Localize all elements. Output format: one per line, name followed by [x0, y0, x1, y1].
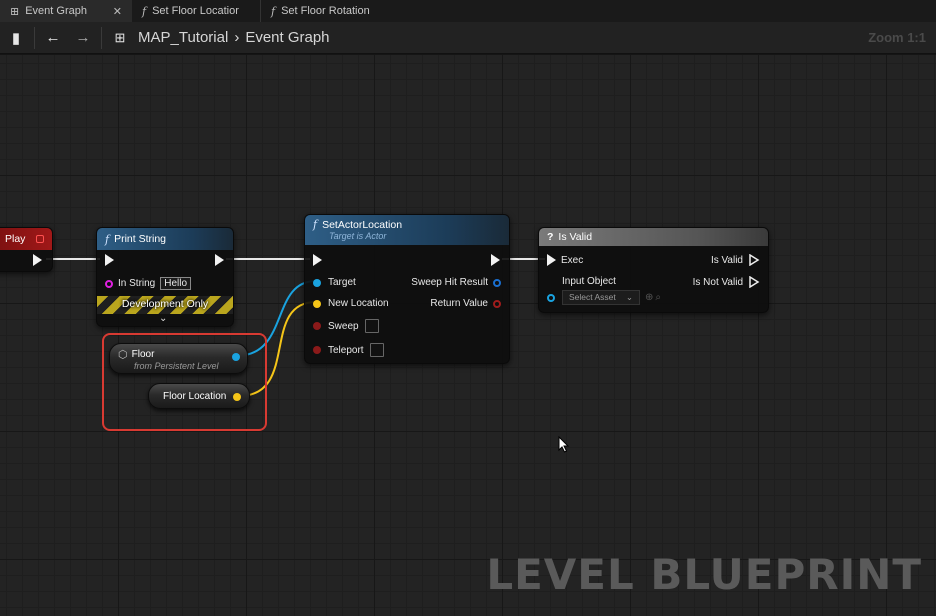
- chevron-right-icon: ›: [234, 29, 240, 46]
- pin-label: New Location: [328, 298, 389, 309]
- search-icon[interactable]: ⌕: [655, 292, 661, 303]
- tab-bar: ⊞ Event Graph ✕ f Set Floor Locatior f S…: [0, 0, 936, 22]
- is-valid-output-pin[interactable]: Is Valid: [711, 254, 760, 266]
- close-icon[interactable]: ✕: [113, 5, 122, 18]
- pin-label: Return Value: [430, 298, 488, 309]
- use-selected-icon[interactable]: ⊕: [645, 292, 653, 303]
- graph-icon: ⊞: [114, 29, 126, 45]
- pin-label: Is Valid: [710, 254, 743, 266]
- node-title: Is Valid: [558, 231, 593, 243]
- exec-output-pin[interactable]: [491, 254, 500, 266]
- sweep-checkbox[interactable]: [364, 319, 379, 333]
- function-icon: f: [271, 4, 276, 18]
- in-string-value[interactable]: Hello: [160, 277, 192, 290]
- pin-label: Sweep: [328, 320, 359, 332]
- event-begin-play-node[interactable]: Play: [0, 227, 53, 272]
- mouse-cursor-icon: [558, 436, 570, 453]
- tab-label: Set Floor Locatior: [152, 5, 239, 17]
- bool-pin-icon: [313, 346, 321, 354]
- node-title: Print String: [114, 233, 167, 245]
- highlight-box: [102, 333, 267, 431]
- pin-label: Exec: [561, 254, 584, 266]
- development-only-label: Development Only: [121, 298, 209, 310]
- select-asset-dropdown[interactable]: Select Asset ⌄: [562, 290, 640, 305]
- vector-pin-icon: [313, 299, 321, 308]
- node-header: Play: [0, 228, 52, 250]
- is-not-valid-output-pin[interactable]: Is Not Valid: [693, 276, 760, 288]
- pin-label: Sweep Hit Result: [411, 277, 488, 288]
- teleport-pin[interactable]: Teleport: [313, 343, 384, 357]
- exec-output-pin[interactable]: [33, 254, 42, 266]
- tab-label: Event Graph: [25, 5, 87, 17]
- node-header: f Print String: [97, 228, 233, 250]
- graph-toolbar: ▮ ← → ⊞ MAP_Tutorial › Event Graph Zoom …: [0, 22, 936, 54]
- teleport-checkbox[interactable]: [369, 343, 384, 357]
- in-string-pin[interactable]: In String Hello: [105, 277, 192, 290]
- pin-label: Is Not Valid: [692, 276, 743, 288]
- in-string-label: In String: [118, 278, 156, 289]
- breadcrumb-map[interactable]: MAP_Tutorial: [138, 29, 228, 46]
- tab-label: Set Floor Rotation: [281, 5, 370, 17]
- separator: [101, 26, 102, 49]
- sweep-pin[interactable]: Sweep: [313, 319, 379, 333]
- pin-label: Input Object: [562, 276, 616, 287]
- object-pin-icon: [547, 293, 555, 302]
- node-title: SetActorLocation: [322, 218, 403, 231]
- node-subtitle: Target is Actor: [329, 231, 387, 241]
- chevron-down-icon[interactable]: ⌄: [159, 313, 167, 324]
- node-header: ? Is Valid: [539, 228, 768, 246]
- level-blueprint-watermark: LEVEL BLUEPRINT: [486, 550, 922, 599]
- function-icon: f: [105, 232, 110, 246]
- struct-pin-icon: [493, 278, 501, 287]
- tab-set-floor-rotation[interactable]: f Set Floor Rotation: [260, 0, 400, 22]
- bool-pin-icon: [313, 322, 321, 330]
- node-title: Play: [5, 233, 26, 245]
- new-location-pin[interactable]: New Location: [313, 298, 389, 309]
- bookmark-icon[interactable]: ▮: [4, 26, 28, 50]
- return-value-pin[interactable]: Return Value: [430, 298, 501, 309]
- sweep-hit-result-pin[interactable]: Sweep Hit Result: [411, 277, 501, 288]
- exec-input-pin[interactable]: Exec: [547, 254, 583, 266]
- chevron-down-icon: ⌄: [625, 292, 633, 302]
- node-header: f SetActorLocation Target is Actor: [305, 215, 509, 245]
- separator: [34, 26, 35, 49]
- function-icon: f: [313, 218, 318, 231]
- macro-icon: ?: [547, 231, 554, 243]
- exec-output-icon: [749, 254, 760, 266]
- tab-event-graph[interactable]: ⊞ Event Graph ✕: [0, 0, 132, 22]
- exec-output-pin[interactable]: [215, 254, 224, 266]
- input-object-pin[interactable]: Input Object Select Asset ⌄ ⊕ ⌕: [547, 276, 661, 305]
- exec-output-icon: [749, 276, 760, 288]
- exec-input-pin[interactable]: [313, 254, 322, 266]
- tab-set-floor-location[interactable]: f Set Floor Locatior: [132, 0, 260, 22]
- is-valid-node[interactable]: ? Is Valid Exec Input Object Select Asse…: [538, 227, 769, 313]
- forward-arrow-icon[interactable]: →: [71, 26, 95, 50]
- function-icon: f: [142, 4, 147, 18]
- pin-label: Teleport: [328, 344, 364, 356]
- string-pin-icon: [105, 279, 113, 288]
- back-arrow-icon[interactable]: ←: [41, 26, 65, 50]
- target-pin[interactable]: Target: [313, 277, 356, 288]
- breadcrumb-graph[interactable]: Event Graph: [245, 29, 329, 46]
- dropdown-value: Select Asset: [569, 292, 616, 302]
- graph-icon: ⊞: [10, 4, 20, 18]
- delegate-pin-icon[interactable]: [36, 235, 44, 243]
- print-string-node[interactable]: f Print String In String Hello Developme…: [96, 227, 234, 327]
- set-actor-location-node[interactable]: f SetActorLocation Target is Actor Targe…: [304, 214, 510, 364]
- object-pin-icon: [313, 278, 321, 287]
- zoom-level: Zoom 1:1: [868, 30, 926, 45]
- pin-label: Target: [328, 277, 356, 288]
- bool-pin-icon: [493, 299, 501, 308]
- exec-input-pin[interactable]: [105, 254, 114, 266]
